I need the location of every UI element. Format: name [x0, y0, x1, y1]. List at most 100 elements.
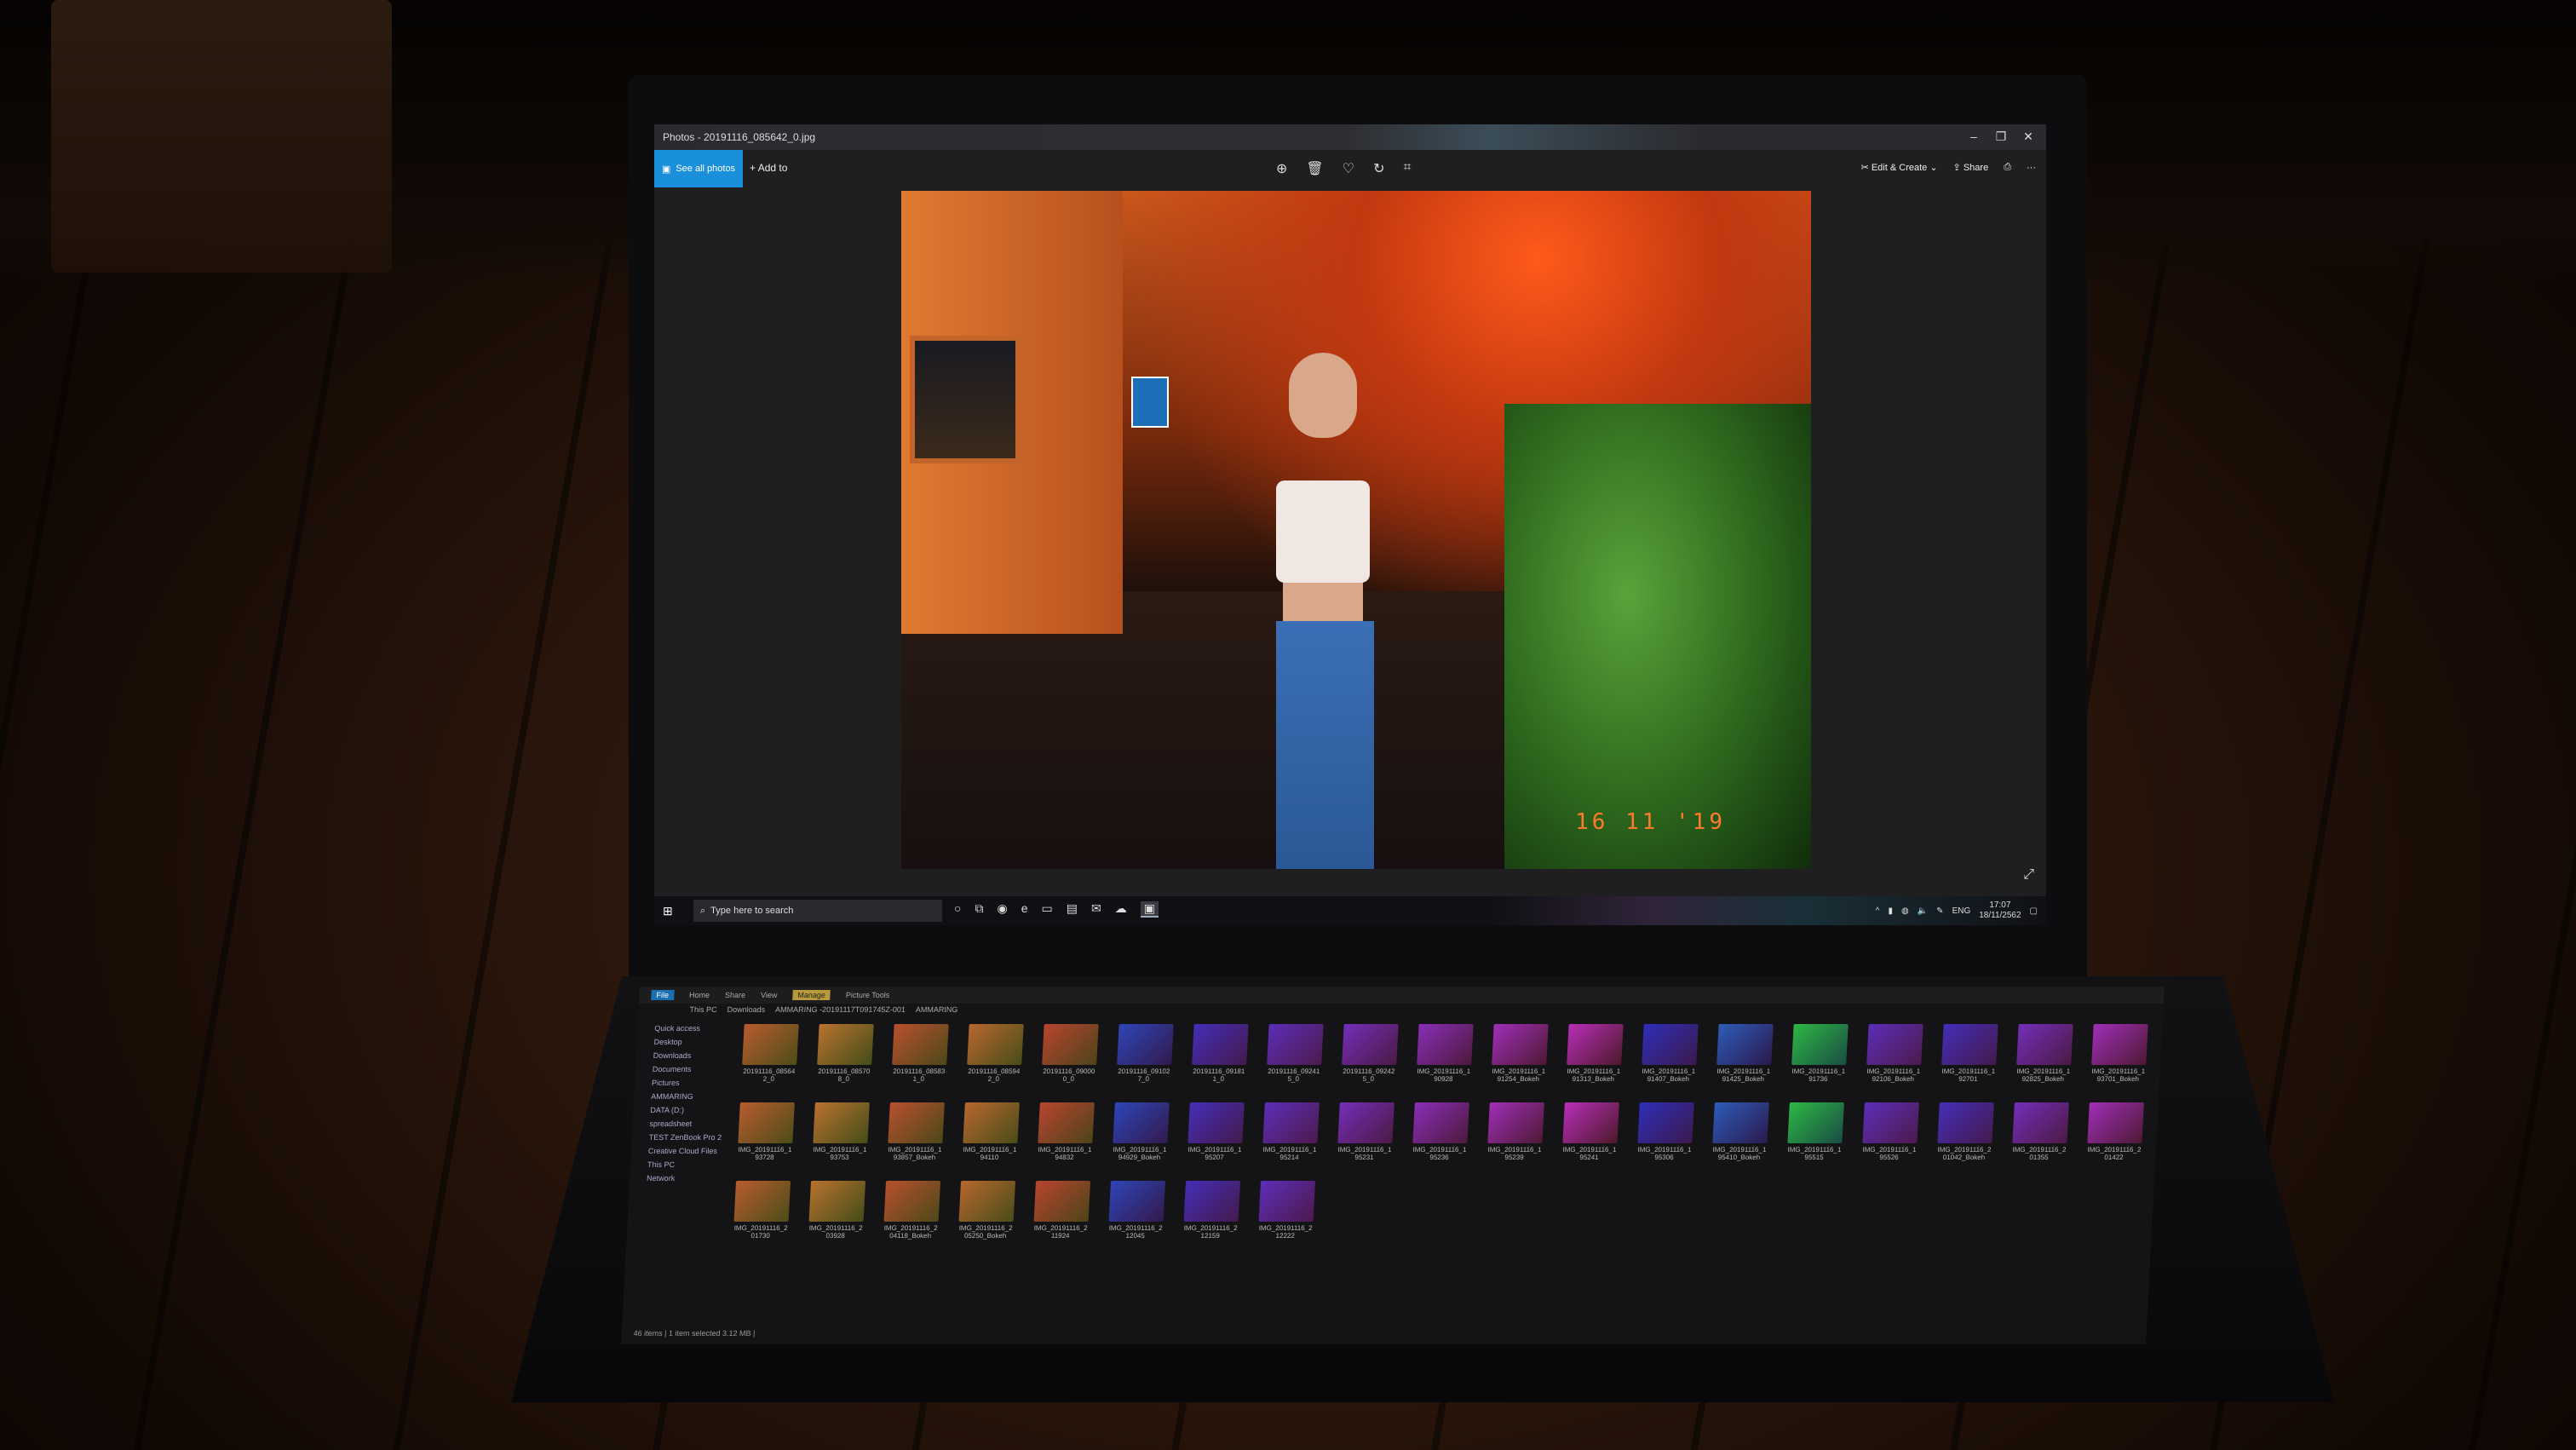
pen-icon[interactable]: ✎: [1936, 906, 1943, 916]
file-thumbnail[interactable]: IMG_20191116_1 95306: [1632, 1102, 1699, 1172]
file-thumbnail[interactable]: IMG_20191116_1 95515: [1782, 1102, 1849, 1172]
file-thumbnail[interactable]: IMG_20191116_1 95214: [1257, 1102, 1324, 1172]
file-thumbnail[interactable]: IMG_20191116_1 93753: [808, 1102, 874, 1172]
network-icon[interactable]: ◍: [1901, 906, 1909, 916]
mail-icon[interactable]: ✉: [1091, 901, 1101, 918]
nav-item[interactable]: Documents: [653, 1065, 739, 1073]
file-thumbnail[interactable]: IMG_20191116_1 92106_Bokeh: [1860, 1024, 1927, 1094]
file-thumbnail[interactable]: IMG_20191116_1 94929_Bokeh: [1107, 1102, 1174, 1172]
edge-icon[interactable]: e: [1021, 901, 1028, 918]
file-thumbnail[interactable]: IMG_20191116_2 01730: [728, 1181, 795, 1251]
close-button[interactable]: ✕: [2015, 129, 2041, 144]
clock[interactable]: 17:07 18/11/2562: [1979, 900, 2021, 921]
task-view-icon[interactable]: ⧉: [975, 901, 983, 918]
nav-item[interactable]: Creative Cloud Files: [648, 1147, 734, 1155]
file-thumbnail[interactable]: IMG_20191116_2 01355: [2007, 1102, 2073, 1172]
nav-item[interactable]: This PC: [647, 1160, 733, 1169]
file-thumbnail[interactable]: IMG_20191116_2 11924: [1028, 1181, 1095, 1251]
file-thumbnail[interactable]: 20191116_08583 1_0: [886, 1024, 952, 1094]
file-thumbnail[interactable]: IMG_20191116_1 95410_Bokeh: [1707, 1102, 1774, 1172]
file-thumbnail[interactable]: IMG_20191116_1 91425_Bokeh: [1711, 1024, 1777, 1094]
file-thumbnail[interactable]: IMG_20191116_1 91736: [1785, 1024, 1852, 1094]
tab-share[interactable]: Share: [725, 991, 746, 999]
file-thumbnail[interactable]: 20191116_09102 7_0: [1111, 1024, 1177, 1094]
expand-icon[interactable]: ⤢: [2023, 867, 2034, 883]
file-thumbnail[interactable]: 20191116_09000 0_0: [1036, 1024, 1102, 1094]
file-thumbnail[interactable]: IMG_20191116_2 12222: [1253, 1181, 1320, 1251]
file-thumbnail[interactable]: IMG_20191116_2 01042_Bokeh: [1932, 1102, 1998, 1172]
file-thumbnail[interactable]: IMG_20191116_1 94110: [957, 1102, 1024, 1172]
file-thumbnail[interactable]: IMG_20191116_1 91313_Bokeh: [1561, 1024, 1627, 1094]
file-thumbnail[interactable]: IMG_20191116_1 95526: [1857, 1102, 1923, 1172]
share-button[interactable]: ⇪ Share: [1953, 162, 1989, 173]
file-thumbnail[interactable]: IMG_20191116_1 94832: [1032, 1102, 1099, 1172]
file-thumbnail[interactable]: IMG_20191116_2 12159: [1178, 1181, 1245, 1251]
breadcrumb-this-pc[interactable]: This PC: [689, 1005, 717, 1019]
nav-item[interactable]: Pictures: [652, 1079, 738, 1087]
photos-app-icon[interactable]: ▣: [1140, 901, 1159, 918]
nav-item[interactable]: TEST ZenBook Pro 2: [648, 1133, 734, 1142]
restore-button[interactable]: ❐: [1988, 129, 2014, 144]
file-thumbnail[interactable]: IMG_20191116_2 01422: [2082, 1102, 2148, 1172]
file-thumbnail[interactable]: IMG_20191116_1 93857_Bokeh: [883, 1102, 949, 1172]
file-thumbnail[interactable]: IMG_20191116_2 03928: [803, 1181, 870, 1251]
file-thumbnail[interactable]: 20191116_09242 5_0: [1336, 1024, 1402, 1094]
file-thumbnail[interactable]: 20191116_09181 1_0: [1186, 1024, 1252, 1094]
delete-icon[interactable]: 🗑: [1306, 160, 1323, 177]
add-to-button[interactable]: + Add to: [750, 162, 787, 174]
store-icon[interactable]: ▤: [1067, 901, 1078, 918]
file-thumbnail[interactable]: IMG_20191116_1 95236: [1407, 1102, 1474, 1172]
taskbar-search[interactable]: ⌕ Type here to search: [693, 900, 942, 922]
volume-icon[interactable]: 🔈: [1918, 906, 1928, 916]
nav-item[interactable]: Quick access: [654, 1024, 740, 1033]
minimize-button[interactable]: –: [1961, 129, 1987, 143]
zoom-icon[interactable]: ⊕: [1276, 160, 1287, 177]
file-thumbnail[interactable]: IMG_20191116_2 04118_Bokeh: [878, 1181, 945, 1251]
file-thumbnail[interactable]: 20191116_08594 2_0: [961, 1024, 1027, 1094]
more-button[interactable]: ···: [2027, 163, 2036, 173]
nav-item[interactable]: DATA (D:): [650, 1106, 736, 1114]
rotate-icon[interactable]: ↻: [1373, 160, 1384, 177]
file-thumbnail[interactable]: IMG_20191116_1 90928: [1411, 1024, 1477, 1094]
file-thumbnail[interactable]: 20191116_08564 2_0: [736, 1024, 802, 1094]
file-thumbnail[interactable]: IMG_20191116_1 95231: [1332, 1102, 1399, 1172]
heart-icon[interactable]: ♡: [1343, 160, 1354, 177]
tab-picture-tools[interactable]: Picture Tools: [846, 991, 890, 999]
nav-item[interactable]: Network: [647, 1174, 733, 1182]
file-thumbnail[interactable]: IMG_20191116_1 92825_Bokeh: [2010, 1024, 2077, 1094]
breadcrumb-ammaring[interactable]: AMMARING: [915, 1005, 958, 1019]
file-thumbnail[interactable]: IMG_20191116_1 95239: [1482, 1102, 1549, 1172]
chrome-icon[interactable]: ◉: [997, 901, 1007, 918]
file-thumbnail[interactable]: 20191116_09241 5_0: [1261, 1024, 1327, 1094]
tab-view[interactable]: View: [761, 991, 778, 999]
file-thumbnail[interactable]: IMG_20191116_1 91254_Bokeh: [1486, 1024, 1552, 1094]
file-thumbnail[interactable]: IMG_20191116_2 05250_Bokeh: [953, 1181, 1020, 1251]
breadcrumb-zip-folder[interactable]: AMMARING -20191117T091745Z-001: [775, 1005, 906, 1019]
file-thumbnail[interactable]: IMG_20191116_1 91407_Bokeh: [1636, 1024, 1702, 1094]
print-icon[interactable]: ⎙: [2004, 162, 2011, 173]
see-all-photos-button[interactable]: ▣ See all photos: [654, 150, 743, 187]
cortana-icon[interactable]: ○: [954, 901, 961, 918]
notifications-icon[interactable]: ▢: [2030, 906, 2038, 916]
file-thumbnail[interactable]: IMG_20191116_1 93728: [733, 1102, 799, 1172]
tab-manage[interactable]: Manage: [792, 990, 831, 1000]
file-thumbnail[interactable]: IMG_20191116_2 12045: [1103, 1181, 1170, 1251]
file-explorer-icon[interactable]: ▭: [1041, 901, 1052, 918]
nav-item[interactable]: spreadsheet: [649, 1119, 735, 1128]
edit-create-button[interactable]: ✂ Edit & Create ⌄: [1861, 162, 1938, 173]
file-thumbnail[interactable]: IMG_20191116_1 92701: [1935, 1024, 2002, 1094]
battery-icon[interactable]: ▮: [1888, 906, 1893, 916]
tab-home[interactable]: Home: [689, 991, 710, 999]
crop-icon[interactable]: ⌗: [1403, 160, 1411, 177]
nav-item[interactable]: Downloads: [653, 1051, 739, 1060]
file-thumbnail[interactable]: IMG_20191116_1 93701_Bokeh: [2085, 1024, 2152, 1094]
breadcrumb[interactable]: This PC Downloads AMMARING -20191117T091…: [638, 1005, 2164, 1019]
nav-item[interactable]: AMMARING: [651, 1092, 737, 1101]
file-thumbnail[interactable]: 20191116_08570 8_0: [811, 1024, 877, 1094]
nav-item[interactable]: Desktop: [653, 1038, 739, 1046]
breadcrumb-downloads[interactable]: Downloads: [727, 1005, 765, 1019]
windows-start-icon[interactable]: ⊞: [663, 904, 673, 918]
file-thumbnail[interactable]: IMG_20191116_1 95207: [1182, 1102, 1249, 1172]
language-indicator[interactable]: ENG: [1952, 906, 1971, 916]
file-thumbnail[interactable]: IMG_20191116_1 95241: [1557, 1102, 1624, 1172]
